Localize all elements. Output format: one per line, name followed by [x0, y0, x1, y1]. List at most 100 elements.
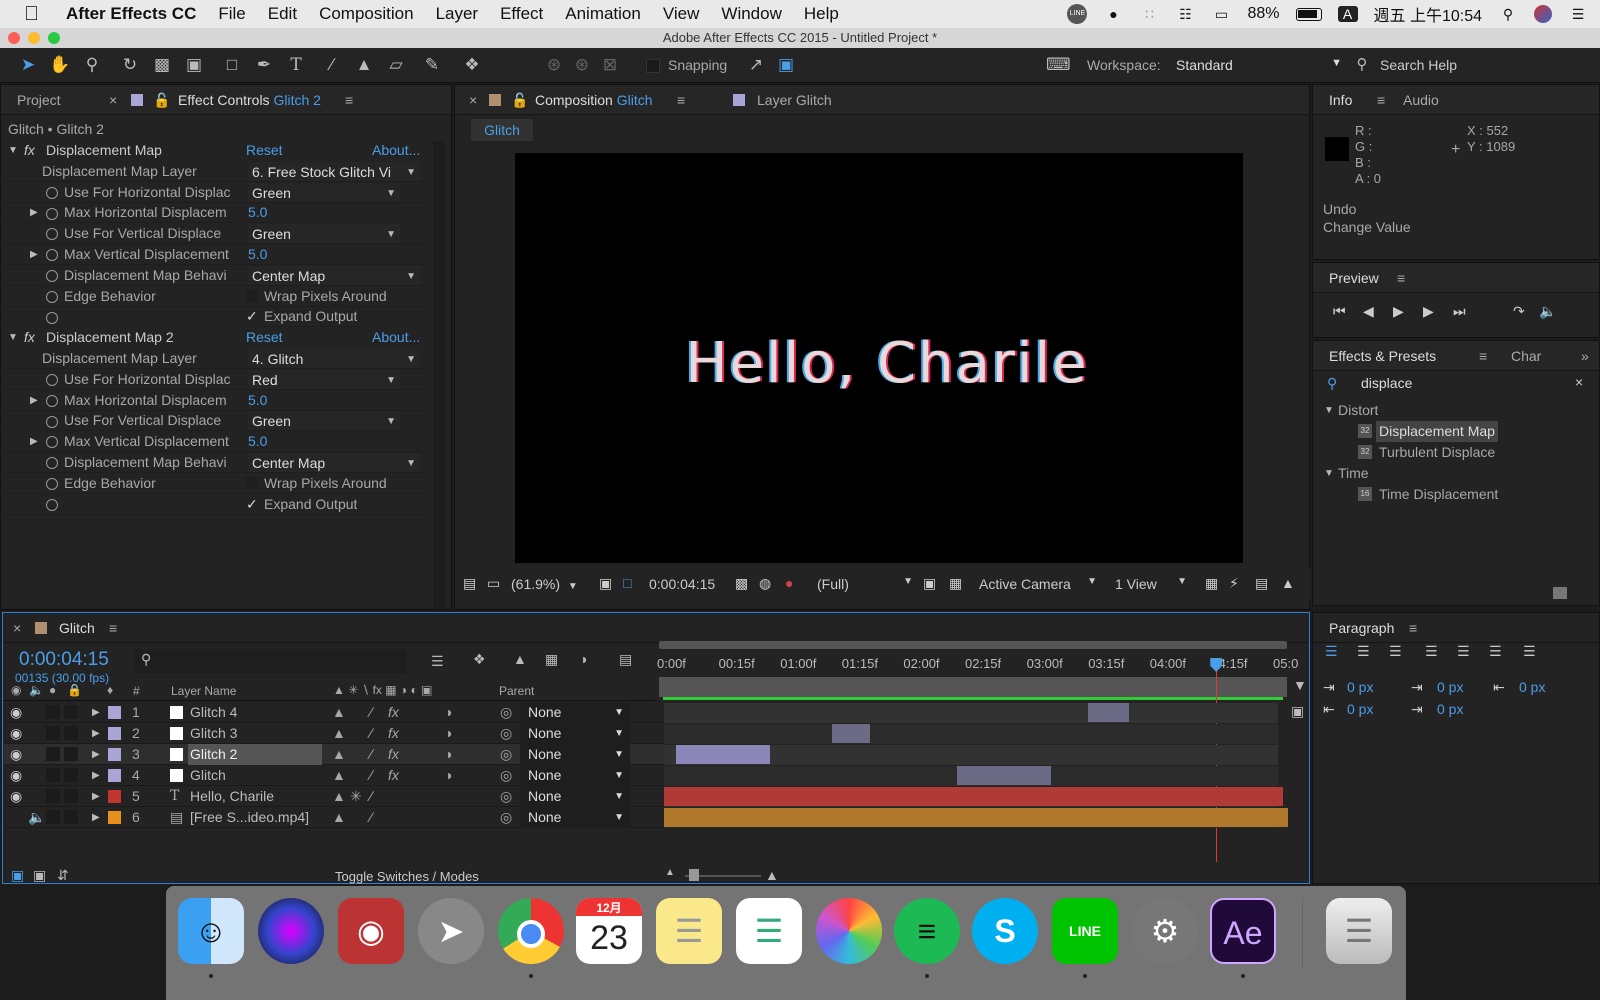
loop-icon[interactable]: ↷: [1513, 303, 1525, 320]
lock-icon[interactable]: 🔓: [511, 92, 528, 109]
first-frame-icon[interactable]: ⏮: [1333, 303, 1346, 320]
stopwatch-icon[interactable]: [46, 244, 58, 265]
effects-search-input[interactable]: displace: [1361, 375, 1541, 391]
tree-group[interactable]: ▼ Time: [1314, 463, 1574, 484]
show-snapshot-icon[interactable]: ◍: [759, 575, 771, 592]
shy-switch-icon[interactable]: ▲: [332, 702, 346, 723]
timeline-layer-row[interactable]: 🔈 ▶ 6 ▤ [Free S...ideo.mp4] ▲ ∕ ◎ None ▼: [4, 807, 664, 828]
menu-edit[interactable]: Edit: [268, 4, 297, 24]
axis-world-icon[interactable]: ⊛: [570, 54, 594, 76]
effects-switch-icon[interactable]: fx: [388, 702, 399, 723]
effects-switch-icon[interactable]: fx: [388, 723, 399, 744]
comp-flow-button[interactable]: Glitch: [471, 119, 533, 141]
menu-composition[interactable]: Composition: [319, 4, 414, 24]
panel-menu-icon[interactable]: ≡: [1409, 620, 1417, 636]
channel-rgb-icon[interactable]: ●: [785, 575, 793, 591]
lock-switch[interactable]: [64, 789, 78, 803]
timeline-layer-row[interactable]: ◉ ▶ 1 Glitch 4 ▲ ∕ fx ◑ ◎ None ▼: [4, 702, 664, 723]
zoom-tool-icon[interactable]: ⚲: [80, 54, 104, 76]
property-dropdown[interactable]: 6. Free Stock Glitch Vi ▼: [248, 161, 420, 181]
checkbox-checked[interactable]: ✓: [246, 306, 258, 327]
hand-tool-icon[interactable]: ✋: [48, 54, 72, 76]
stopwatch-icon[interactable]: [46, 306, 58, 327]
camera-select[interactable]: Active Camera ▼: [979, 576, 1097, 592]
label-color-swatch[interactable]: [108, 769, 121, 782]
stopwatch-icon[interactable]: [46, 452, 58, 473]
menu-window[interactable]: Window: [721, 4, 781, 24]
parent-select[interactable]: None ▼: [520, 807, 630, 828]
layer-name[interactable]: Glitch 4: [188, 702, 322, 723]
panel-menu-icon[interactable]: ≡: [345, 92, 353, 108]
parent-pickwhip-icon[interactable]: ◎: [500, 765, 512, 786]
expand-triangle-icon[interactable]: ▶: [92, 723, 100, 744]
expand-triangle-icon[interactable]: ▶: [30, 390, 38, 411]
timeline-current-time[interactable]: 0:00:04:15: [19, 649, 109, 671]
panel-menu-icon[interactable]: ≡: [1479, 348, 1487, 364]
expand-triangle-icon[interactable]: ▶: [92, 744, 100, 765]
comp-mini-flowchart-icon[interactable]: ☰: [431, 653, 444, 670]
reset-button[interactable]: Reset: [246, 140, 283, 161]
search-help-input[interactable]: Search Help: [1380, 57, 1457, 73]
next-frame-icon[interactable]: ▶: [1423, 303, 1434, 320]
property-dropdown[interactable]: Green ▼: [248, 182, 400, 202]
motion-blur-icon[interactable]: ◑: [579, 651, 587, 667]
shy-switch-icon[interactable]: ▲: [332, 723, 346, 744]
indent-first-value[interactable]: 0 px: [1437, 679, 1463, 695]
zoom-select[interactable]: (61.9%) ▼: [511, 576, 578, 592]
expand-triangle-icon[interactable]: ▶: [92, 786, 100, 807]
effect-header[interactable]: ▼ fx Displacement Map 2 Reset About...: [0, 327, 1600, 348]
transparency-grid-icon[interactable]: ▦: [949, 575, 962, 592]
effect-header[interactable]: ▼ fx Displacement Map Reset About...: [0, 140, 1600, 161]
layer-name[interactable]: Glitch 3: [188, 723, 322, 744]
expand-triangle-icon[interactable]: ▼: [8, 140, 18, 161]
solo-switch[interactable]: [46, 789, 60, 803]
stopwatch-icon[interactable]: [46, 473, 58, 494]
shy-switch-icon[interactable]: ▲: [332, 765, 346, 786]
menu-view[interactable]: View: [663, 4, 700, 24]
close-icon[interactable]: ×: [13, 620, 21, 636]
tab-project[interactable]: Project: [17, 92, 61, 108]
tab-character[interactable]: Char: [1511, 348, 1541, 364]
apple-menu-icon[interactable]: : [24, 3, 46, 26]
flowchart-icon[interactable]: ▲: [1281, 575, 1295, 591]
tree-group[interactable]: ▼ Distort: [1314, 400, 1574, 421]
tab-effects-presets[interactable]: Effects & Presets: [1329, 348, 1436, 364]
expand-triangle-icon[interactable]: ▶: [92, 765, 100, 786]
layer-duration-bar[interactable]: [1088, 703, 1129, 722]
photos-icon[interactable]: [816, 898, 882, 964]
timeline-layer-row[interactable]: ◉ ▶ 3 Glitch 2 ▲ ∕ fx ◑ ◎ None ▼: [4, 744, 664, 765]
line-status-icon[interactable]: LINE: [1067, 4, 1088, 24]
workspace-icon[interactable]: ⌨: [1046, 54, 1071, 76]
shy-layers-icon[interactable]: ▲: [513, 651, 527, 667]
quality-switch-icon[interactable]: ∕: [370, 744, 372, 765]
tab-composition[interactable]: Composition Glitch: [535, 92, 653, 108]
property-dropdown[interactable]: Green ▼: [248, 224, 400, 244]
expand-triangle-icon[interactable]: ▶: [92, 702, 100, 723]
wifi-icon[interactable]: ☷: [1175, 6, 1195, 22]
lock-switch[interactable]: [64, 726, 78, 740]
creative-cloud-icon[interactable]: ●: [1103, 6, 1123, 22]
menu-help[interactable]: Help: [804, 4, 839, 24]
layer-name-header[interactable]: Layer Name: [171, 684, 236, 698]
snapping-checkbox[interactable]: [646, 59, 660, 73]
stopwatch-icon[interactable]: [46, 369, 58, 390]
expand-triangle-icon[interactable]: ▶: [30, 431, 38, 452]
layer-duration-bar[interactable]: [664, 808, 1288, 827]
comp-marker-bin-icon[interactable]: ▼: [1293, 677, 1307, 693]
toggle-switches-modes[interactable]: Toggle Switches / Modes: [335, 869, 479, 884]
launchpad-icon[interactable]: ➤: [418, 898, 484, 964]
comp-monitor-icon[interactable]: ▭: [487, 575, 500, 592]
clock[interactable]: 週五 上午10:54: [1374, 2, 1483, 26]
comp-button-icon[interactable]: ▣: [11, 867, 24, 884]
stopwatch-icon[interactable]: [46, 410, 58, 431]
label-color-swatch[interactable]: [108, 790, 121, 803]
about-button[interactable]: About...: [372, 140, 420, 161]
stopwatch-icon[interactable]: [46, 431, 58, 452]
layer-duration-bar[interactable]: [957, 766, 1051, 785]
property-dropdown[interactable]: Center Map ▼: [248, 265, 420, 285]
fx-icon[interactable]: fx: [24, 140, 35, 161]
graph-editor-icon[interactable]: ▤: [619, 651, 632, 668]
justify-all-icon[interactable]: ☰: [1523, 643, 1536, 660]
layer-name[interactable]: Glitch 2: [188, 744, 322, 765]
layer-duration-bar[interactable]: [832, 724, 870, 743]
